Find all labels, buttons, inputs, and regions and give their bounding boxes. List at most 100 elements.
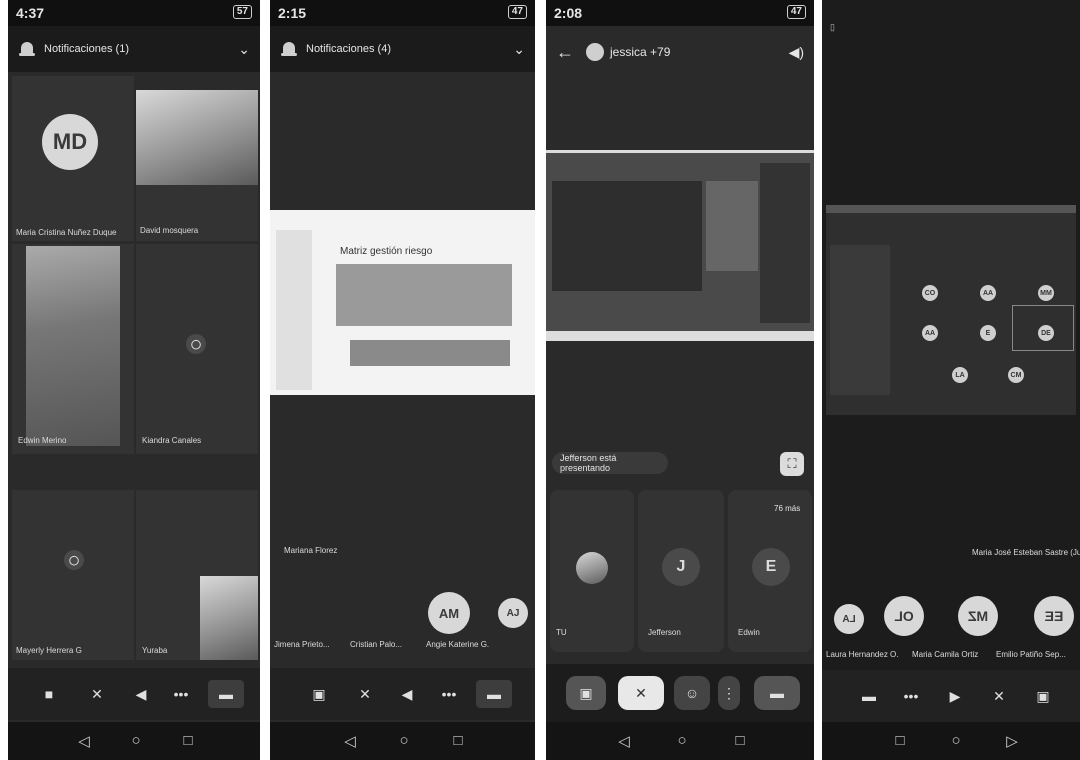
participant-tile[interactable]: J Jefferson [638, 490, 724, 652]
participant-name: Edwin Merino [18, 436, 67, 445]
participant-chip: LA [952, 367, 968, 383]
participant-chip: CO [922, 285, 938, 301]
battery-icon: 57 [232, 5, 252, 19]
phone-screenshot-3: 2:08 47 ← jessica +79 ◀) Jefferson está … [546, 0, 814, 760]
more-vert-icon[interactable]: ⋮ [718, 676, 740, 710]
speaker-icon[interactable]: ◀ [128, 682, 154, 706]
android-nav-bar: ◁ ○ □ [546, 722, 814, 760]
avatar[interactable]: AJ [498, 598, 528, 628]
camera-off-button[interactable]: ▣ [566, 676, 606, 710]
status-bar: 4:37 57 [8, 0, 260, 26]
clock: 2:08 [554, 5, 583, 21]
hang-up-icon[interactable]: ▬ [856, 684, 882, 708]
avatar: J [662, 548, 700, 586]
emoji-button[interactable]: ☺ [674, 676, 710, 710]
participant-tile[interactable]: MD Maria Cristina Nuñez Duque [12, 76, 134, 241]
clock: 2:15 [278, 5, 307, 21]
group-avatar [586, 43, 604, 61]
avatar[interactable]: LA [834, 604, 864, 634]
avatar[interactable]: EE [1034, 596, 1074, 636]
home-icon[interactable]: ○ [126, 732, 146, 749]
more-icon[interactable]: ••• [898, 684, 924, 708]
back-arrow-icon[interactable]: ← [556, 42, 574, 63]
participant-video-tile[interactable]: David mosquera [136, 90, 258, 241]
mic-off-button[interactable]: ✕ [618, 676, 664, 710]
notifications-bar[interactable]: Notificaciones (4) ⌄ [270, 26, 535, 72]
participant-name: Angie Katerine G. [426, 640, 490, 649]
self-view [200, 576, 258, 660]
fullscreen-icon[interactable]: ⛶ [780, 452, 804, 476]
recents-icon[interactable]: □ [730, 732, 750, 749]
android-nav-bar: ◁ ○ □ [8, 722, 260, 760]
recents-icon[interactable]: □ [890, 732, 910, 749]
video-frame [26, 246, 120, 446]
hang-up-button[interactable]: ▬ [754, 676, 800, 710]
home-icon[interactable]: ○ [672, 732, 692, 749]
clock: 4:37 [16, 5, 45, 21]
recents-icon[interactable]: □ [178, 732, 198, 749]
avatar[interactable]: OL [884, 596, 924, 636]
participant-video-tile[interactable]: Edwin Merino [12, 244, 134, 454]
avatar[interactable]: AM [428, 592, 470, 634]
participant-tile[interactable]: Yuraba [136, 490, 258, 660]
side-panel [760, 163, 810, 323]
status-bar: 2:08 47 [546, 0, 814, 26]
participant-tile[interactable]: 76 más E Edwin [728, 490, 812, 652]
avatar [576, 552, 608, 584]
battery-icon: 47 [507, 5, 527, 19]
shared-screen: CO AA MM AA E DE LA CM [826, 205, 1076, 415]
shared-window [552, 181, 702, 291]
participant-name: Maria Cristina Nuñez Duque [16, 228, 117, 237]
speaker-icon[interactable]: ◀) [789, 44, 804, 61]
video-grid-preview [706, 181, 758, 271]
participant-name: Jimena Prieto... [274, 640, 330, 649]
participant-tile[interactable]: TU [550, 490, 634, 652]
phone-screenshot-4: ▯ CO AA MM AA E DE LA CM Maria José Este… [822, 0, 1080, 760]
back-icon[interactable]: ▷ [1002, 732, 1022, 750]
participant-chip: AA [980, 285, 996, 301]
speaker-icon[interactable]: ▶ [942, 684, 968, 708]
home-icon[interactable]: ○ [394, 732, 414, 749]
participant-chip: AA [922, 325, 938, 341]
speaker-icon[interactable]: ◀ [394, 682, 420, 706]
status-bar: 2:15 47 [270, 0, 535, 26]
camera-icon[interactable]: ■ [36, 682, 62, 706]
mic-off-icon[interactable]: ✕ [986, 684, 1012, 708]
back-icon[interactable]: ◁ [614, 732, 634, 750]
presenting-label: Jefferson está presentando [560, 453, 617, 473]
participant-name: Edwin [738, 628, 760, 637]
home-icon[interactable]: ○ [946, 732, 966, 749]
call-title[interactable]: jessica +79 [610, 45, 670, 59]
notifications-label: Notificaciones (4) [306, 43, 391, 55]
notifications-bar[interactable]: Notificaciones (1) ⌄ [8, 26, 260, 72]
android-nav-bar: □ ○ ▷ [822, 722, 1080, 760]
recents-icon[interactable]: □ [448, 732, 468, 749]
more-icon[interactable]: ••• [436, 682, 462, 706]
more-icon[interactable]: ••• [168, 682, 194, 706]
back-icon[interactable]: ◁ [340, 732, 360, 750]
camera-off-icon[interactable]: ▣ [306, 682, 332, 706]
participant-tile[interactable]: ◯ Kiandra Canales [136, 244, 258, 454]
video-frame [136, 90, 258, 185]
avatar[interactable]: MZ [958, 596, 998, 636]
back-icon[interactable]: ◁ [74, 732, 94, 750]
phone-screenshot-1: 4:37 57 Notificaciones (1) ⌄ MD Maria Cr… [8, 0, 260, 760]
call-controls: ▬ ••• ▶ ✕ ▣ [822, 670, 1080, 722]
shared-slide: Matriz gestión riesgo [270, 210, 535, 395]
participant-tile[interactable]: ◯ Mayerly Herrera G [12, 490, 134, 660]
more-participants[interactable]: 76 más [774, 504, 800, 513]
presenter-name: Maria José Esteban Sastre (Juanita) [972, 548, 1080, 557]
hang-up-button[interactable]: ▬ [208, 680, 244, 708]
chevron-down-icon[interactable]: ⌄ [238, 41, 250, 58]
call-controls: ▣ ✕ ◀ ••• ▬ [270, 668, 535, 720]
status-badge: ▯ [830, 22, 835, 32]
person-icon: ◯ [186, 334, 206, 354]
participant-name: Mayerly Herrera G [16, 646, 82, 655]
participant-name: TU [556, 628, 567, 637]
phone-screenshot-2: 2:15 47 Notificaciones (4) ⌄ Matriz gest… [270, 0, 535, 760]
chevron-down-icon[interactable]: ⌄ [513, 41, 525, 58]
mic-off-icon[interactable]: ✕ [84, 682, 110, 706]
mic-off-icon[interactable]: ✕ [352, 682, 378, 706]
hang-up-button[interactable]: ▬ [476, 680, 512, 708]
camera-off-icon[interactable]: ▣ [1030, 684, 1056, 708]
